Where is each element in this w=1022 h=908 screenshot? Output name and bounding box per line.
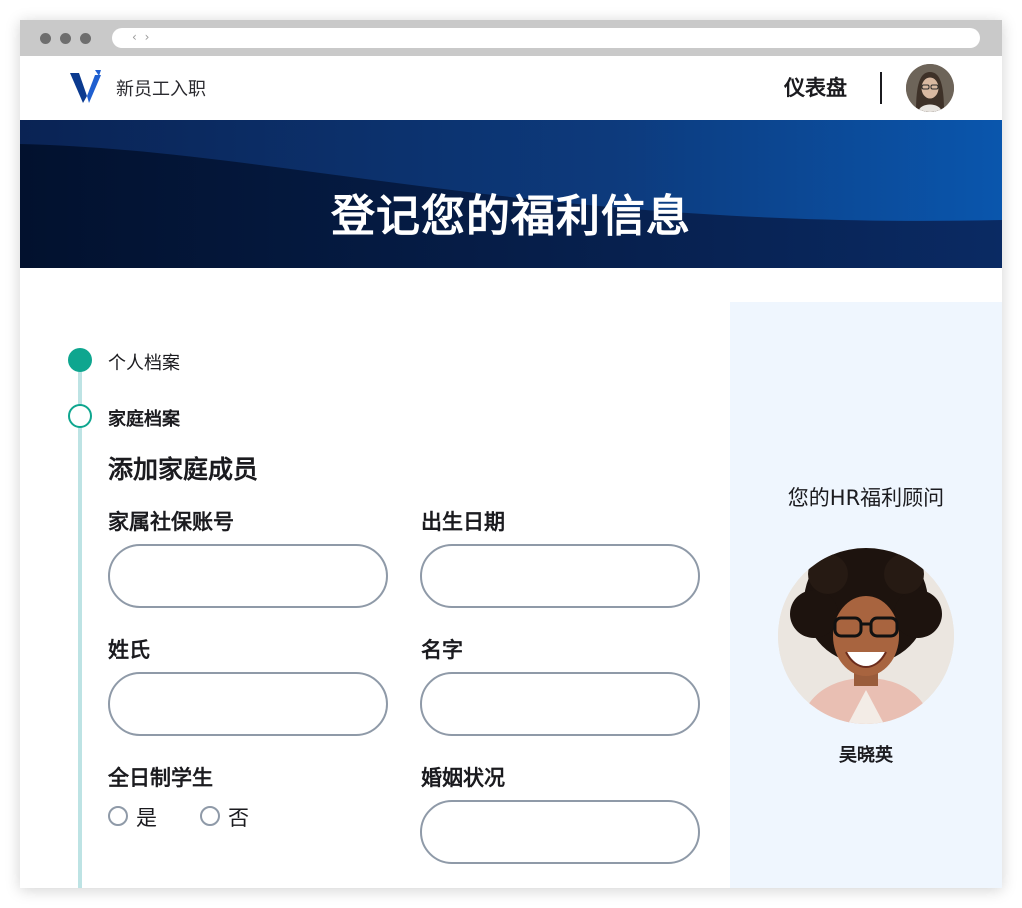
last-name-input[interactable] <box>108 672 388 736</box>
v-logo-icon[interactable] <box>68 70 102 104</box>
top-nav: 新员工入职 仪表盘 <box>20 56 1002 120</box>
step-personal-profile[interactable]: 个人档案 <box>108 349 180 375</box>
advisor-name: 吴晓英 <box>839 745 893 766</box>
first-name-input[interactable] <box>420 672 700 736</box>
dob-label: 出生日期 <box>421 510 505 534</box>
radio-no[interactable] <box>200 806 220 826</box>
stepper-line <box>78 360 82 888</box>
browser-chrome: ‹ › <box>20 20 1002 56</box>
nav-divider <box>880 72 882 104</box>
window-control-dot[interactable] <box>60 33 71 44</box>
section-title: 添加家庭成员 <box>108 455 259 484</box>
nav-arrows-icon[interactable]: ‹ › <box>132 30 151 44</box>
advisor-title: 您的HR福利顾问 <box>787 486 945 510</box>
radio-no-label[interactable]: 否 <box>228 802 249 832</box>
marital-status-input[interactable] <box>420 800 700 864</box>
ssn-label: 家属社保账号 <box>108 510 234 534</box>
marital-status-label: 婚姻状况 <box>421 766 505 790</box>
hero-banner: 登记您的福利信息 <box>20 120 1002 268</box>
advisor-photo[interactable] <box>778 548 954 724</box>
dashboard-link[interactable]: 仪表盘 <box>784 72 847 102</box>
app-title: 新员工入职 <box>116 79 206 100</box>
step-family-profile[interactable]: 家庭档案 <box>108 405 180 431</box>
step-complete-icon <box>68 348 92 372</box>
first-name-label: 名字 <box>421 638 463 662</box>
dob-input[interactable] <box>420 544 700 608</box>
window-control-dot[interactable] <box>40 33 51 44</box>
radio-yes[interactable] <box>108 806 128 826</box>
last-name-label: 姓氏 <box>108 638 150 662</box>
radio-yes-label[interactable]: 是 <box>136 802 157 832</box>
fulltime-student-label: 全日制学生 <box>108 766 213 790</box>
step-current-icon <box>68 404 92 428</box>
user-avatar[interactable] <box>906 64 954 112</box>
window-control-dot[interactable] <box>80 33 91 44</box>
page-title: 登记您的福利信息 <box>331 191 691 242</box>
ssn-input[interactable] <box>108 544 388 608</box>
address-bar[interactable]: ‹ › <box>112 28 980 48</box>
browser-window: ‹ › 新员工入职 仪表盘 登记您的福利信息 个人档案 家庭档案 添加家庭成员 … <box>20 20 1002 888</box>
advisor-panel: 您的HR福利顾问 吴晓英 <box>730 302 1002 888</box>
